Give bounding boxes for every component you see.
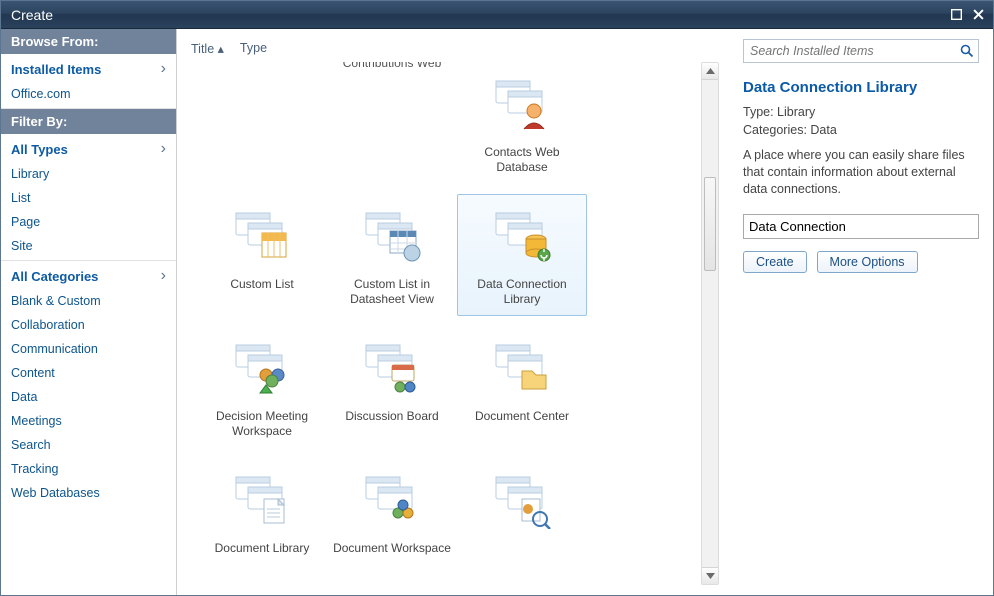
sidebar-cat-web-databases[interactable]: Web Databases xyxy=(1,481,176,505)
sort-row: Title ▴ Type xyxy=(187,37,729,62)
browse-from-header: Browse From: xyxy=(1,29,176,54)
detail-meta: Type: Library Categories: Data xyxy=(743,104,979,139)
extra2-icon xyxy=(222,582,302,587)
filter-by-header: Filter By: xyxy=(1,109,176,134)
sidebar-all-types[interactable]: All Types xyxy=(1,136,176,162)
detail-type-line: Type: Library xyxy=(743,104,979,122)
scroll-down-button[interactable] xyxy=(702,567,718,584)
sidebar-type-site[interactable]: Site xyxy=(1,234,176,258)
sidebar-item-office-com[interactable]: Office.com xyxy=(1,82,176,106)
sidebar-type-library[interactable]: Library xyxy=(1,162,176,186)
grid-wrap: Contributions Web Contacts Web Database C… xyxy=(187,62,729,587)
list-icon xyxy=(222,201,302,273)
tile-extra2[interactable] xyxy=(197,575,327,587)
tile-label: Document Library xyxy=(215,541,310,556)
sidebar-type-page[interactable]: Page xyxy=(1,210,176,234)
tile-extra3[interactable] xyxy=(327,575,457,587)
sidebar-cat-tracking[interactable]: Tracking xyxy=(1,457,176,481)
window-title: Create xyxy=(11,7,943,23)
sidebar-type-list[interactable]: List xyxy=(1,186,176,210)
detail-cat-line: Categories: Data xyxy=(743,122,979,140)
more-options-button[interactable]: More Options xyxy=(817,251,918,273)
tile-datasheet[interactable]: Custom List in Datasheet View xyxy=(327,194,457,316)
decision-icon xyxy=(222,333,302,405)
tile-label: Custom List in Datasheet View xyxy=(330,277,454,307)
cutoff-row: Contributions Web xyxy=(327,62,457,184)
docws-icon xyxy=(352,465,432,537)
titlebar: Create xyxy=(1,1,993,29)
doclib-icon xyxy=(222,465,302,537)
close-button[interactable] xyxy=(969,7,987,23)
discussion-icon xyxy=(352,333,432,405)
categories-group: All Categories Blank & Custom Collaborat… xyxy=(1,261,176,507)
sidebar: Browse From: Installed Items Office.com … xyxy=(1,29,177,595)
sidebar-all-categories[interactable]: All Categories xyxy=(1,263,176,289)
sidebar-cat-search[interactable]: Search xyxy=(1,433,176,457)
tile-label: Discussion Board xyxy=(345,409,438,424)
sort-by-title[interactable]: Title ▴ xyxy=(191,41,224,56)
detail-description: A place where you can easily share files… xyxy=(743,147,979,198)
tile-docws[interactable]: Document Workspace xyxy=(327,458,457,565)
maximize-button[interactable] xyxy=(947,7,965,23)
types-group: All Types Library List Page Site xyxy=(1,134,176,261)
sidebar-cat-meetings[interactable]: Meetings xyxy=(1,409,176,433)
detail-title: Data Connection Library xyxy=(743,79,979,96)
create-button[interactable]: Create xyxy=(743,251,807,273)
content-area: Browse From: Installed Items Office.com … xyxy=(1,29,993,595)
dataconn-icon xyxy=(482,201,562,273)
tile-label: Document Workspace xyxy=(333,541,451,556)
tile-doccenter[interactable]: Document Center xyxy=(457,326,587,448)
search-input[interactable] xyxy=(750,44,960,58)
datasheet-icon xyxy=(352,201,432,273)
sidebar-cat-content[interactable]: Content xyxy=(1,361,176,385)
tile-extra1[interactable] xyxy=(457,458,587,565)
tile-grid: Contributions Web Contacts Web Database C… xyxy=(187,62,729,587)
tile-label: Document Center xyxy=(475,409,569,424)
detail-panel: Data Connection Library Type: Library Ca… xyxy=(733,29,993,595)
scrollbar-thumb[interactable] xyxy=(704,177,716,271)
doccenter-icon xyxy=(482,333,562,405)
tile-decision[interactable]: Decision Meeting Workspace xyxy=(197,326,327,448)
tile-contacts[interactable]: Contacts Web Database xyxy=(457,62,587,184)
tile-label: Data Connection Library xyxy=(460,277,584,307)
tile-label: Custom List xyxy=(230,277,293,292)
tile-doclib[interactable]: Document Library xyxy=(197,458,327,565)
scroll-up-button[interactable] xyxy=(702,63,718,80)
sort-by-type[interactable]: Type xyxy=(240,41,267,56)
tile-discussion[interactable]: Discussion Board xyxy=(327,326,457,448)
sidebar-cat-blank-custom[interactable]: Blank & Custom xyxy=(1,289,176,313)
tile-list[interactable]: Custom List xyxy=(197,194,327,316)
search-icon[interactable] xyxy=(960,44,974,58)
sidebar-cat-collaboration[interactable]: Collaboration xyxy=(1,313,176,337)
sidebar-cat-data[interactable]: Data xyxy=(1,385,176,409)
tile-label: Contacts Web Database xyxy=(460,145,584,175)
extra1-icon xyxy=(482,465,562,537)
name-input[interactable] xyxy=(743,214,979,239)
detail-buttons: Create More Options xyxy=(743,251,979,273)
browse-group: Installed Items Office.com xyxy=(1,54,176,109)
tile-dataconn[interactable]: Data Connection Library xyxy=(457,194,587,316)
search-box[interactable] xyxy=(743,39,979,63)
extra3-icon xyxy=(352,582,432,587)
contacts-icon xyxy=(482,69,562,141)
tile-label: Decision Meeting Workspace xyxy=(200,409,324,439)
sidebar-item-installed-items[interactable]: Installed Items xyxy=(1,56,176,82)
scrollbar[interactable] xyxy=(701,62,719,585)
sidebar-cat-communication[interactable]: Communication xyxy=(1,337,176,361)
main-panel: Title ▴ Type Contributions Web Contacts … xyxy=(177,29,733,595)
